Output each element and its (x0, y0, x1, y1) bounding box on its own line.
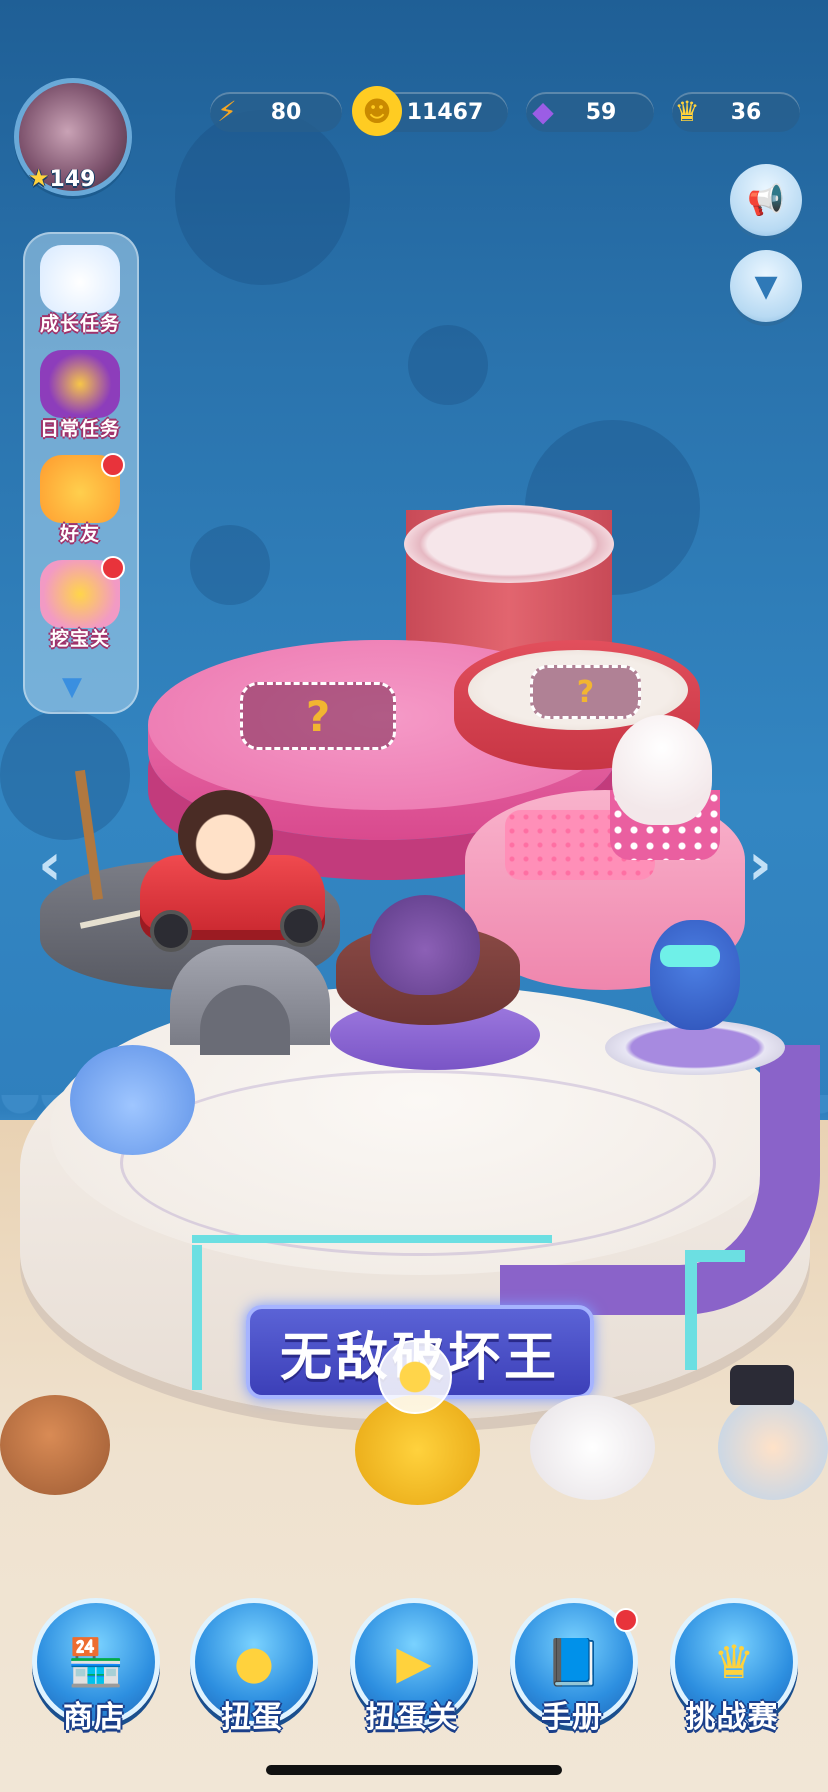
gem-value: 59 (585, 99, 617, 125)
nav-label: 扭蛋 (221, 1700, 283, 1735)
ice-cream (612, 715, 712, 825)
red-tower-top (404, 505, 614, 583)
nav-challenge[interactable]: ♛ 挑战赛 (670, 1598, 798, 1748)
nav-gacha[interactable]: ● 扭蛋 (190, 1598, 318, 1748)
notification-dot (101, 556, 125, 580)
question-mark-icon: ? (576, 674, 595, 710)
home-indicator (266, 1765, 562, 1775)
cyan-trim (192, 1235, 552, 1243)
nav-label: 挑战赛 (685, 1700, 779, 1735)
nav-label: 手册 (541, 1700, 603, 1735)
background-bubble (175, 110, 350, 285)
car-wheel (280, 905, 322, 947)
side-item-daily-tasks[interactable]: 日常任务 (30, 350, 130, 450)
megaphone-icon: 📢 (747, 182, 785, 218)
nav-shop[interactable]: 🏪 商店 (32, 1598, 160, 1748)
side-item-growth-tasks[interactable]: 成长任务 (30, 245, 130, 345)
chevron-down-icon: ▼ (754, 268, 778, 304)
dropdown-button[interactable]: ▼ (730, 250, 802, 322)
question-mark-icon: ? (305, 691, 331, 741)
cyan-trim (685, 1250, 697, 1370)
driver-character[interactable] (178, 790, 273, 880)
nav-label: 商店 (63, 1700, 125, 1735)
cyan-trim (192, 1245, 202, 1390)
announcement-button[interactable]: 📢 (730, 164, 802, 236)
lightning-icon: ⚡ (217, 94, 237, 128)
notification-dot (614, 1608, 638, 1632)
top-hat-character[interactable] (718, 1395, 828, 1500)
background-bubble (408, 325, 488, 405)
next-stage-arrow[interactable]: › (748, 830, 772, 898)
nav-label: 扭蛋关 (365, 1700, 459, 1735)
side-menu-expand-button[interactable]: ▼ (62, 672, 82, 702)
background-bubble (0, 710, 130, 840)
cat-character[interactable] (70, 1045, 195, 1155)
cloud-mascot-icon (40, 245, 120, 313)
turtle-character[interactable] (0, 1395, 110, 1495)
coin-icon: ☻ (352, 86, 402, 136)
bee-thought-bubble (378, 1340, 452, 1414)
robot-character[interactable] (650, 920, 740, 1030)
star-icon: ★ (28, 164, 50, 192)
side-item-label: 好友 (59, 523, 100, 545)
player-level: ★149 (28, 164, 95, 192)
background-bubble (190, 525, 270, 605)
gem-icon: ◆ (532, 94, 554, 128)
notification-dot (101, 453, 125, 477)
chevron-down-icon: ▼ (62, 672, 82, 702)
witch-character[interactable] (370, 895, 480, 995)
car-wheel (150, 910, 192, 952)
crown-value: 36 (730, 99, 762, 125)
purple-ribbon (500, 1045, 820, 1315)
side-item-label: 挖宝关 (49, 628, 110, 650)
robot-visor (660, 945, 720, 967)
energy-value: 80 (270, 99, 302, 125)
top-hat (730, 1365, 794, 1405)
treasure-chest-icon (40, 350, 120, 418)
side-item-label: 日常任务 (39, 418, 120, 440)
side-item-label: 成长任务 (39, 313, 120, 335)
level-value: 149 (49, 167, 96, 192)
locked-slot[interactable]: ? (530, 665, 641, 719)
locked-slot[interactable]: ? (240, 682, 396, 750)
nav-gacha-stage[interactable]: ▶ 扭蛋关 (350, 1598, 478, 1748)
pig-character[interactable] (530, 1395, 655, 1500)
crown-icon: ♛ (674, 94, 700, 128)
coin-value: 11467 (406, 99, 484, 125)
